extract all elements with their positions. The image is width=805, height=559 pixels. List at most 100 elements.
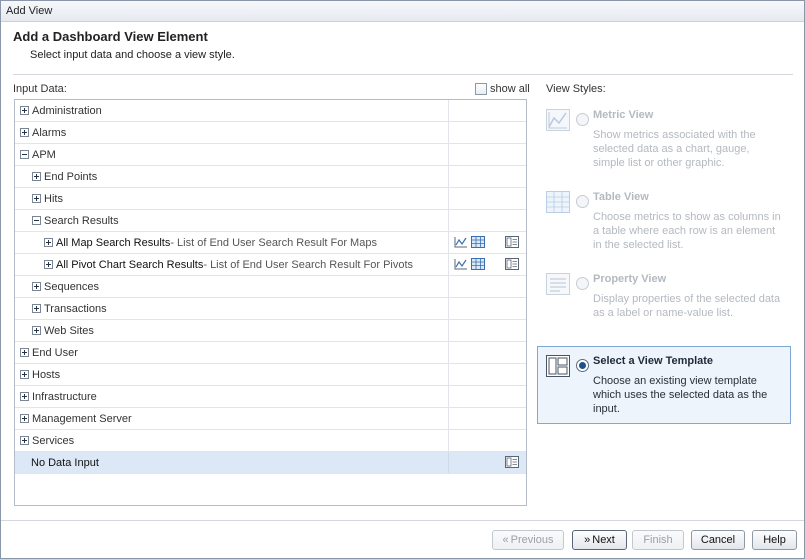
expand-icon[interactable] <box>44 260 53 269</box>
cancel-label: Cancel <box>700 534 736 546</box>
view-type-cell <box>448 144 526 165</box>
view-type-cell <box>448 320 526 341</box>
tree-row-management-server[interactable]: Management Server <box>15 408 526 430</box>
cancel-button[interactable]: Cancel <box>691 530 745 550</box>
tree-row-label: Administration <box>32 104 102 117</box>
finish-label: Finish <box>643 534 673 546</box>
tree-row-label: End Points <box>44 170 98 183</box>
tree-row-label: Management Server <box>32 412 132 425</box>
tree-row-administration[interactable]: Administration <box>15 100 526 122</box>
tree-row-label: Alarms <box>32 126 67 139</box>
tree-row-apm[interactable]: APM <box>15 144 526 166</box>
tree-row-alarms[interactable]: Alarms <box>15 122 526 144</box>
table-view-description: Choose metrics to show as columns in a t… <box>593 211 781 251</box>
tree-row-label: End User <box>32 346 78 359</box>
expand-icon[interactable] <box>32 194 41 203</box>
tree-row-search-results[interactable]: Search Results <box>15 210 526 232</box>
expand-icon[interactable] <box>20 392 29 401</box>
previous-arrow-icon: « <box>502 534 509 546</box>
header-divider <box>13 74 793 75</box>
tree-row-description: - List of End User Search Result For Map… <box>170 236 377 249</box>
template-icon[interactable] <box>505 258 519 270</box>
view-styles-label: View Styles: <box>546 83 606 95</box>
select-template-radio[interactable] <box>576 359 589 372</box>
tree-row-sequences[interactable]: Sequences <box>15 276 526 298</box>
expand-icon[interactable] <box>20 128 29 137</box>
property-list-icon <box>546 273 570 295</box>
tree-row-services[interactable]: Services <box>15 430 526 452</box>
view-type-cell <box>448 166 526 187</box>
collapse-icon[interactable] <box>32 216 41 225</box>
add-view-dialog: Add View Add a Dashboard View Element Se… <box>0 0 805 559</box>
expand-icon[interactable] <box>32 326 41 335</box>
metric-view-description: Show metrics associated with the selecte… <box>593 129 756 169</box>
tree-row-hosts[interactable]: Hosts <box>15 364 526 386</box>
expand-icon[interactable] <box>20 414 29 423</box>
next-label: Next <box>592 534 615 546</box>
tree-row-label: Infrastructure <box>32 390 97 403</box>
table-icon[interactable] <box>471 236 485 248</box>
select-template-title: Select a View Template <box>593 355 714 367</box>
tree-row-label: No Data Input <box>31 456 99 469</box>
metric-view-title: Metric View <box>593 109 654 121</box>
property-view-title: Property View <box>593 273 667 285</box>
view-type-cell <box>448 408 526 429</box>
template-icon[interactable] <box>505 456 519 468</box>
select-template-description: Choose an existing view template which u… <box>593 375 768 415</box>
expand-icon[interactable] <box>20 348 29 357</box>
tree-row-no-data-input[interactable]: No Data Input <box>15 452 526 474</box>
tree-row-end-user[interactable]: End User <box>15 342 526 364</box>
view-type-cell <box>448 122 526 143</box>
footer-divider <box>1 520 804 521</box>
previous-button[interactable]: «Previous <box>492 530 564 550</box>
table-view-radio[interactable] <box>576 195 589 208</box>
tree-row-infrastructure[interactable]: Infrastructure <box>15 386 526 408</box>
metric-view-radio[interactable] <box>576 113 589 126</box>
tree-row-label: All Pivot Chart Search Results <box>56 258 204 271</box>
window-title: Add View <box>6 5 53 17</box>
tree-row-label: Transactions <box>44 302 107 315</box>
show-all-box[interactable] <box>475 82 487 95</box>
expand-icon[interactable] <box>20 370 29 379</box>
expand-icon[interactable] <box>20 436 29 445</box>
table-icon[interactable] <box>471 258 485 270</box>
expand-icon[interactable] <box>20 106 29 115</box>
expand-icon[interactable] <box>44 238 53 247</box>
show-all-checkbox[interactable]: show all <box>475 82 530 95</box>
help-button[interactable]: Help <box>752 530 797 550</box>
property-view-radio[interactable] <box>576 277 589 290</box>
template-icon <box>546 355 570 377</box>
view-type-cell <box>448 210 526 231</box>
view-type-cell <box>448 298 526 319</box>
tree-row-label: Services <box>32 434 75 447</box>
template-icon[interactable] <box>505 236 519 248</box>
expand-icon[interactable] <box>32 172 41 181</box>
dialog-header: Add a Dashboard View Element Select inpu… <box>1 22 804 74</box>
tree-row-end-points[interactable]: End Points <box>15 166 526 188</box>
previous-label: Previous <box>510 534 554 546</box>
tree-row-transactions[interactable]: Transactions <box>15 298 526 320</box>
next-button[interactable]: » Next <box>572 530 627 550</box>
view-type-cell <box>448 452 526 473</box>
tree-row-all-map-search-results[interactable]: All Map Search Results - List of End Use… <box>15 232 526 254</box>
input-data-tree[interactable]: Administration Alarms APM End Points Hit… <box>14 99 527 506</box>
tree-row-label: All Map Search Results <box>56 236 171 249</box>
tree-row-all-pivot-chart-search-results[interactable]: All Pivot Chart Search Results - List of… <box>15 254 526 276</box>
property-view-description: Display properties of the selected data … <box>593 293 781 319</box>
expand-icon[interactable] <box>32 304 41 313</box>
metric-chart-icon <box>546 109 570 131</box>
help-label: Help <box>763 534 786 546</box>
tree-row-label: Search Results <box>44 214 119 227</box>
tree-row-hits[interactable]: Hits <box>15 188 526 210</box>
metric-chart-icon[interactable] <box>454 258 468 270</box>
collapse-icon[interactable] <box>20 150 29 159</box>
view-type-cell <box>448 188 526 209</box>
metric-chart-icon[interactable] <box>454 236 468 248</box>
tree-row-web-sites[interactable]: Web Sites <box>15 320 526 342</box>
expand-icon[interactable] <box>32 282 41 291</box>
tree-row-label: Sequences <box>44 280 100 293</box>
finish-button[interactable]: Finish <box>632 530 684 550</box>
view-type-cell <box>448 276 526 297</box>
view-type-cell <box>448 232 526 253</box>
title-bar: Add View <box>1 1 804 22</box>
